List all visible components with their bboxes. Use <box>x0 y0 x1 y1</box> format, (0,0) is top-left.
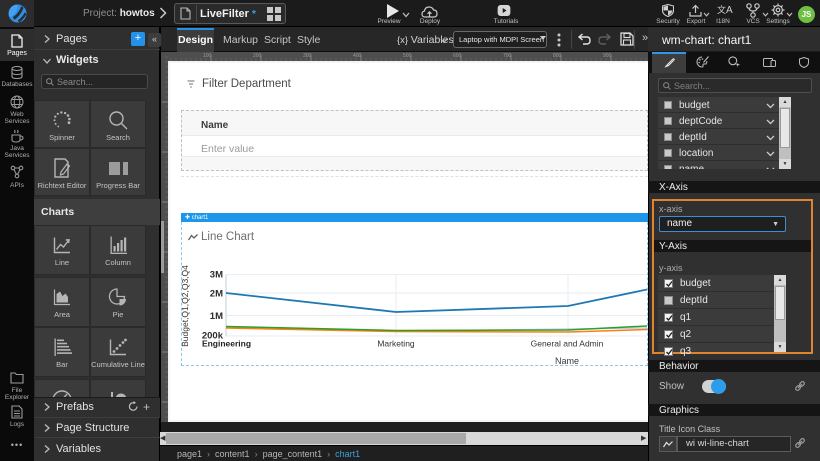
svg-text:1M: 1M <box>210 311 223 322</box>
svg-text:General and Admin: General and Admin <box>531 339 604 349</box>
svg-text:700: 700 <box>503 53 512 59</box>
svg-text:600: 600 <box>453 53 462 59</box>
svg-text:Budget,Q1,Q2,Q3,Q4: Budget,Q1,Q2,Q3,Q4 <box>181 265 190 347</box>
svg-text:900: 900 <box>603 53 612 59</box>
svg-text:Name: Name <box>555 356 579 366</box>
svg-text:2M: 2M <box>210 289 223 300</box>
svg-text:500: 500 <box>403 53 412 59</box>
svg-text:300: 300 <box>303 53 312 59</box>
svg-text:3M: 3M <box>210 270 223 281</box>
svg-text:100: 100 <box>203 53 212 59</box>
svg-text:400: 400 <box>353 53 362 59</box>
svg-text:Marketing: Marketing <box>377 339 415 349</box>
svg-text:800: 800 <box>553 53 562 59</box>
svg-text:200: 200 <box>253 53 262 59</box>
svg-text:Engineering: Engineering <box>202 339 251 349</box>
